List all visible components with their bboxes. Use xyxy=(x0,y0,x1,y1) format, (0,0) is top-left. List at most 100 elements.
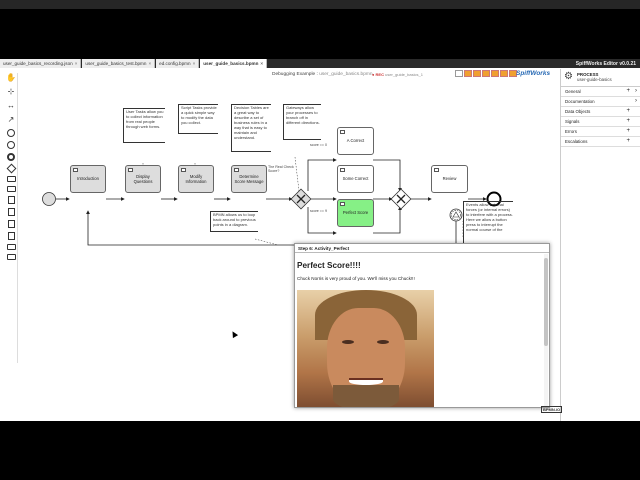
association-line xyxy=(294,156,300,192)
chevron-right-icon[interactable]: › xyxy=(635,98,637,104)
mouse-cursor-icon xyxy=(229,329,239,339)
popup-scrollbar[interactable] xyxy=(544,254,548,407)
close-icon[interactable]: × xyxy=(75,61,78,66)
group-label: Errors xyxy=(565,129,577,134)
tab-recording[interactable]: user_guide_basics_recording.json × xyxy=(0,59,82,68)
loop-flow[interactable] xyxy=(86,210,457,246)
task-perfect-score[interactable]: Perfect Score xyxy=(337,199,374,227)
add-icon[interactable]: + xyxy=(626,128,630,134)
panel-group-data-objects[interactable]: Data Objects + xyxy=(561,107,640,117)
tab-test[interactable]: user_guide_basics_test.bpmn × xyxy=(82,59,156,68)
annotation-gateways[interactable]: Gateways allow your processes to branch … xyxy=(283,104,321,140)
play-button[interactable] xyxy=(482,70,490,77)
step-back-button[interactable] xyxy=(473,70,481,77)
data-store-icon[interactable] xyxy=(8,208,15,216)
add-icon[interactable]: + xyxy=(626,118,630,124)
pool-icon[interactable] xyxy=(7,244,16,250)
annotation-user-tasks[interactable]: User Tasks allow you to collect informat… xyxy=(123,108,165,143)
group-label: Escalations xyxy=(565,139,588,144)
panel-group-escalations[interactable]: Escalations + xyxy=(561,137,640,147)
task-icon[interactable] xyxy=(7,176,16,182)
task-label: Determine Score Message xyxy=(234,173,264,184)
add-icon[interactable]: + xyxy=(626,88,630,94)
user-task-icon xyxy=(340,202,345,206)
connect-tool-icon[interactable]: ↗ xyxy=(6,115,16,125)
task-introduction[interactable]: Introduction xyxy=(70,165,106,193)
photo-mouth xyxy=(349,378,383,385)
panel-group-errors[interactable]: Errors + xyxy=(561,127,640,137)
subprocess-icon[interactable] xyxy=(7,186,16,192)
association-line xyxy=(254,238,279,246)
lasso-tool-icon[interactable]: ⊹ xyxy=(6,87,16,97)
task-modify-information[interactable]: Modify Information xyxy=(178,165,214,193)
start-event[interactable] xyxy=(42,192,56,206)
task-display-questions[interactable]: Display Questions xyxy=(125,165,161,193)
debug-controls xyxy=(455,70,517,77)
user-task-icon xyxy=(434,168,439,172)
canvas-title: Debugging Example : user_guide_basics.bp… xyxy=(272,72,373,77)
task-determine-score[interactable]: Determine Score Message xyxy=(231,165,267,193)
popup-title: Perfect Score!!!! xyxy=(297,261,361,270)
scrollbar-thumb[interactable] xyxy=(544,258,548,346)
app-area: user_guide_basics_recording.json × user_g… xyxy=(0,59,640,421)
sequence-flow[interactable] xyxy=(307,158,337,191)
panel-group-documentation[interactable]: Documentation › xyxy=(561,97,640,107)
fast-forward-button[interactable] xyxy=(500,70,508,77)
task-review[interactable]: Review xyxy=(431,165,468,193)
spiffworks-logo: SpiffWorks xyxy=(516,70,551,77)
window-titlebar xyxy=(0,0,640,9)
group-icon[interactable] xyxy=(7,254,16,260)
exclusive-gateway-2[interactable] xyxy=(390,188,412,210)
data-input-icon[interactable] xyxy=(8,220,15,228)
sequence-flow[interactable] xyxy=(373,159,402,192)
photo-eye-left xyxy=(342,340,354,344)
stop-button[interactable] xyxy=(455,70,463,77)
close-icon[interactable]: × xyxy=(193,61,196,66)
task-label: Review xyxy=(442,176,457,182)
data-output-icon[interactable] xyxy=(8,232,15,240)
sequence-flow[interactable] xyxy=(373,206,402,234)
annotation-bpmn-loop[interactable]: BPMN allows us to loop back around to pr… xyxy=(210,211,258,232)
task-some-correct[interactable]: Some Correct xyxy=(337,165,374,193)
end-event-icon[interactable] xyxy=(7,153,15,161)
gateway-icon[interactable] xyxy=(6,163,17,174)
task-label: Display Questions xyxy=(133,173,153,184)
hand-tool-icon[interactable]: ✋ xyxy=(6,73,16,83)
add-icon[interactable]: + xyxy=(626,108,630,114)
exclusive-gateway-1[interactable] xyxy=(290,188,312,210)
panel-group-signals[interactable]: Signals + xyxy=(561,117,640,127)
task-correct[interactable]: A Correct xyxy=(337,127,374,155)
intermediate-event-icon[interactable] xyxy=(7,141,15,149)
tab-basics[interactable]: user_guide_basics.bpmn × xyxy=(200,59,268,68)
annotation-events[interactable]: Events allow external forces (or interna… xyxy=(463,201,513,249)
recording-status: ● REC user_guide_basics_1 xyxy=(372,72,423,77)
step-popup[interactable]: Step 6: Activity_Perfect Perfect Score!!… xyxy=(294,243,550,408)
chevron-right-icon[interactable]: › xyxy=(635,88,637,94)
annotation-script-tasks[interactable]: Script Tasks provide a quick simple way … xyxy=(178,104,218,134)
group-label: General xyxy=(565,89,581,94)
user-task-icon xyxy=(73,168,78,172)
data-object-icon[interactable] xyxy=(8,196,15,204)
photo-beard xyxy=(333,385,399,407)
user-task-icon xyxy=(340,130,345,134)
user-task-icon xyxy=(340,168,345,172)
flow-label-2: score == 9 xyxy=(310,209,327,213)
close-icon[interactable]: × xyxy=(148,61,151,66)
add-icon[interactable]: + xyxy=(626,138,630,144)
restart-button[interactable] xyxy=(464,70,472,77)
bpmn-io-logo[interactable]: BPMN.iO xyxy=(541,406,563,413)
properties-panel: ⚙ PROCESS user-guide-basics General + › Do… xyxy=(560,69,640,421)
tab-config[interactable]: ed.config.bpmn × xyxy=(156,59,200,68)
tab-label: user_guide_basics_recording.json xyxy=(3,61,73,66)
close-icon[interactable]: × xyxy=(260,61,263,66)
annotation-decision-tables[interactable]: Decision Tables are a great way to descr… xyxy=(231,104,271,152)
canvas-title-text: Debugging Example : xyxy=(272,72,320,77)
group-label: Data Objects xyxy=(565,109,591,114)
boundary-event[interactable] xyxy=(449,208,463,222)
step-forward-button[interactable] xyxy=(491,70,499,77)
gear-icon: ⚙ xyxy=(564,71,573,82)
user-task-icon xyxy=(128,168,133,172)
panel-group-general[interactable]: General + › xyxy=(561,87,640,97)
space-tool-icon[interactable]: ↔ xyxy=(6,101,16,111)
start-event-icon[interactable] xyxy=(7,129,15,137)
